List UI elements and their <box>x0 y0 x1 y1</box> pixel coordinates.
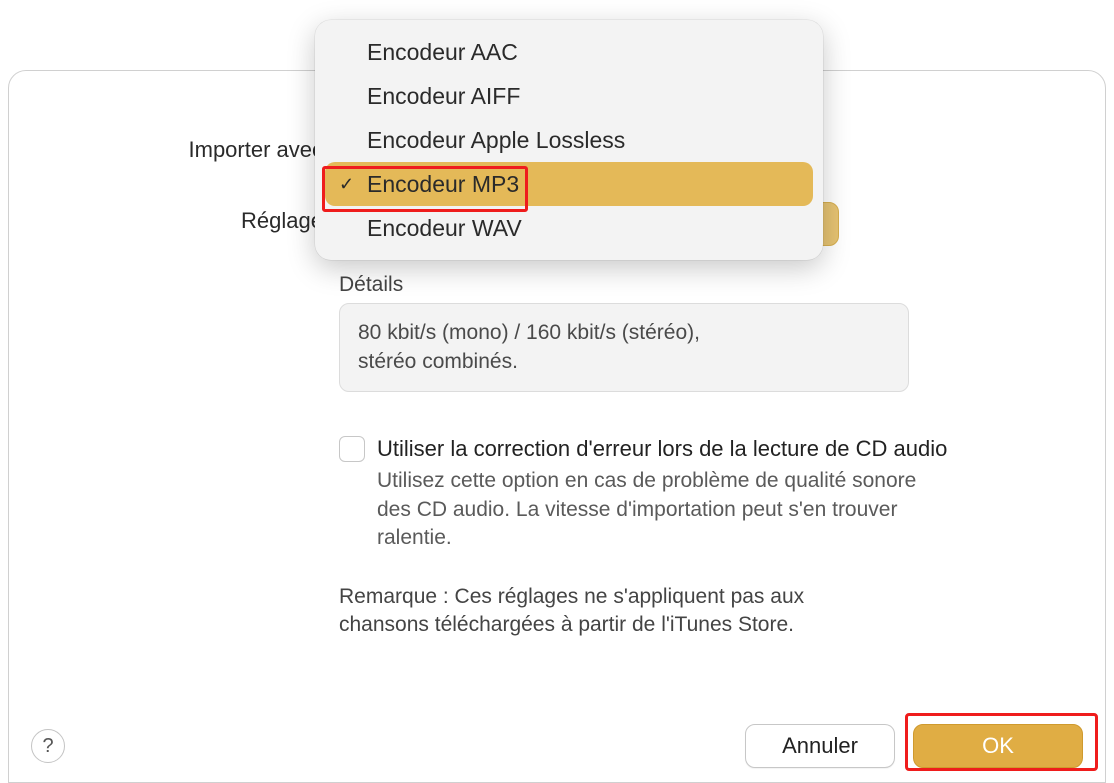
encoder-option-label: Encodeur MP3 <box>367 171 519 198</box>
help-button[interactable]: ? <box>31 729 65 763</box>
cancel-button[interactable]: Annuler <box>745 724 895 768</box>
error-correction-row: Utiliser la correction d'erreur lors de … <box>339 434 1075 553</box>
dialog-footer: ? Annuler OK <box>31 724 1083 768</box>
error-correction-text: Utiliser la correction d'erreur lors de … <box>377 434 947 553</box>
encoder-option-3[interactable]: ✓ Encodeur MP3 <box>325 162 813 206</box>
encoder-option-label: Encodeur WAV <box>367 215 522 242</box>
settings-note: Remarque : Ces réglages ne s'appliquent … <box>339 583 809 640</box>
setting-label: Réglage <box>139 202 329 234</box>
ok-button-label: OK <box>982 733 1014 759</box>
details-heading: Détails <box>339 273 1075 297</box>
details-line1: 80 kbit/s (mono) / 160 kbit/s (stéréo), <box>358 318 890 347</box>
encoder-option-label: Encodeur Apple Lossless <box>367 127 625 154</box>
encoder-option-label: Encodeur AAC <box>367 39 518 66</box>
ok-button[interactable]: OK <box>913 724 1083 768</box>
check-icon: ✓ <box>339 174 354 195</box>
details-box: 80 kbit/s (mono) / 160 kbit/s (stéréo), … <box>339 303 909 392</box>
error-correction-checkbox[interactable] <box>339 436 365 462</box>
encoder-option-4[interactable]: Encodeur WAV <box>325 206 813 250</box>
cancel-button-label: Annuler <box>782 733 858 759</box>
encoder-option-0[interactable]: Encodeur AAC <box>325 30 813 74</box>
details-line2: stéréo combinés. <box>358 347 890 376</box>
footer-buttons: Annuler OK <box>745 724 1083 768</box>
error-correction-label: Utiliser la correction d'erreur lors de … <box>377 434 947 464</box>
help-icon: ? <box>42 735 53 758</box>
encoder-option-2[interactable]: Encodeur Apple Lossless <box>325 118 813 162</box>
import-with-label: Importer avec <box>139 131 329 163</box>
encoder-option-1[interactable]: Encodeur AIFF <box>325 74 813 118</box>
encoder-dropdown-popup: Encodeur AAC Encodeur AIFF Encodeur Apple … <box>315 20 823 260</box>
error-correction-description: Utilisez cette option en cas de problème… <box>377 467 937 552</box>
encoder-option-label: Encodeur AIFF <box>367 83 520 110</box>
